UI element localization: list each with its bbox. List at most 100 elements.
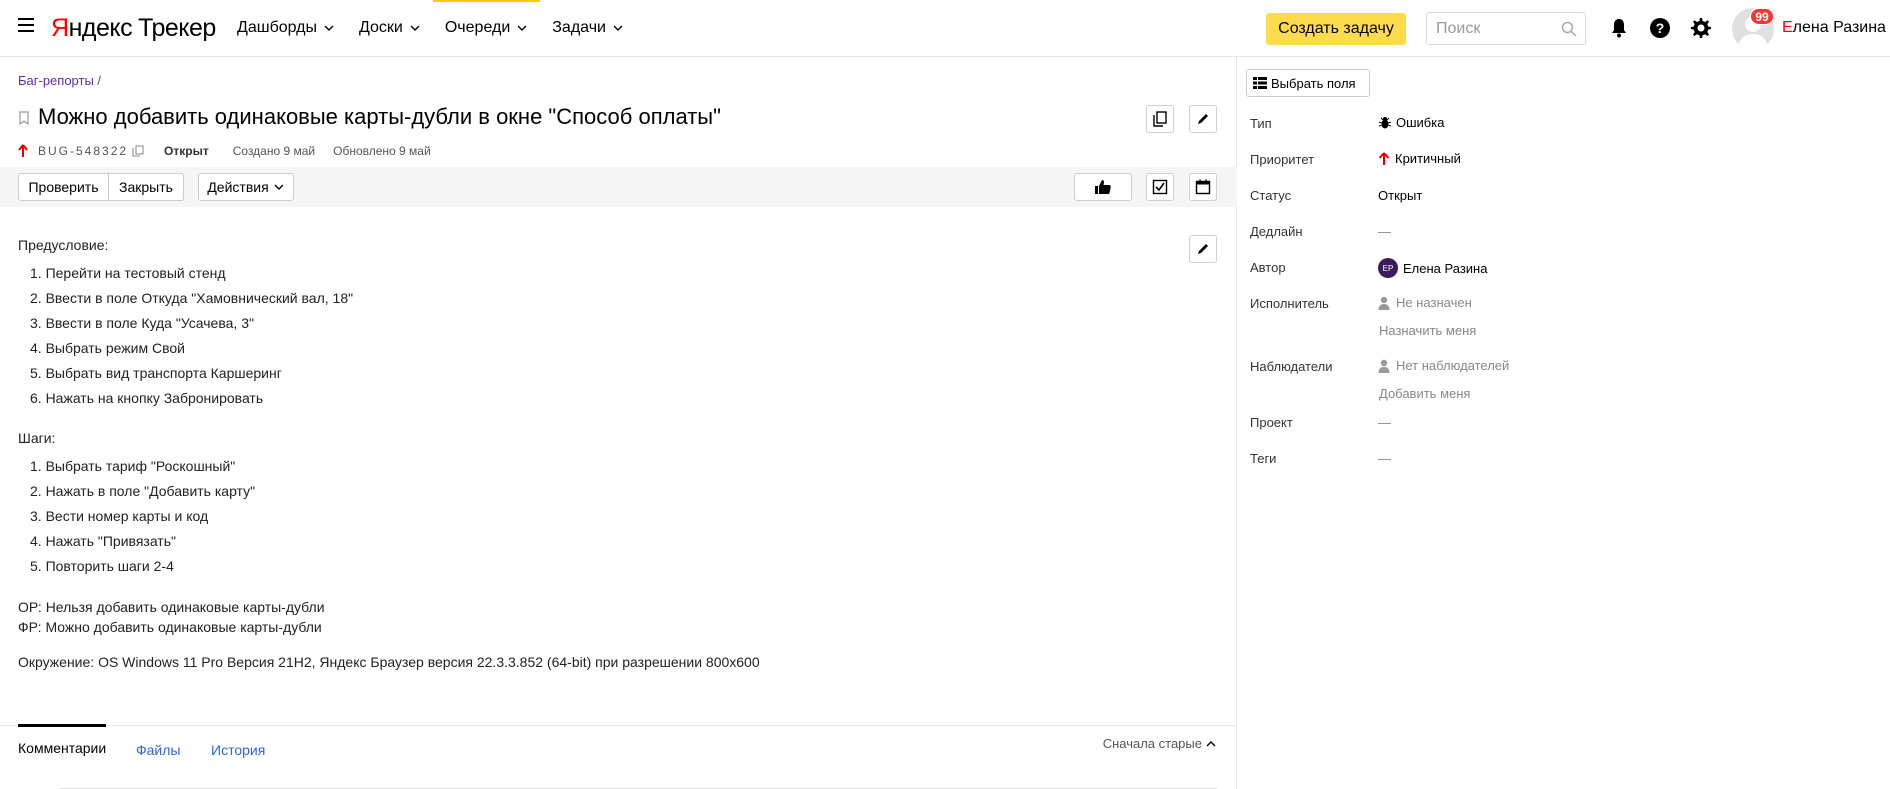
issue-toolbar: Проверить Закрыть Действия bbox=[0, 167, 1237, 207]
sort-order-toggle[interactable]: Сначала старые bbox=[1103, 736, 1217, 751]
expected-result: ОР: Нельзя добавить одинаковые карты-дуб… bbox=[18, 599, 325, 615]
checklist-button[interactable] bbox=[1146, 173, 1174, 201]
check-button[interactable]: Проверить bbox=[18, 173, 109, 201]
type-value-text: Ошибка bbox=[1396, 115, 1445, 130]
copy-icon bbox=[1153, 111, 1167, 127]
calendar-icon bbox=[1195, 179, 1211, 195]
nav-tasks[interactable]: Задачи bbox=[540, 0, 636, 56]
field-priority-value[interactable]: Критичный bbox=[1378, 151, 1461, 166]
pencil-icon bbox=[1198, 114, 1208, 124]
main-nav: Дашборды Доски Очереди Задачи bbox=[225, 0, 636, 56]
tab-history[interactable]: История bbox=[211, 726, 265, 760]
field-type-label: Тип bbox=[1250, 116, 1272, 131]
field-watchers-value[interactable]: Нет наблюдателей bbox=[1378, 358, 1509, 373]
field-assignee-value[interactable]: Не назначен bbox=[1378, 295, 1472, 310]
gear-icon[interactable] bbox=[1689, 16, 1713, 40]
actions-dropdown[interactable]: Действия bbox=[198, 173, 294, 201]
person-icon bbox=[1378, 359, 1390, 373]
list-item: 3. Вести номер карты и код bbox=[30, 508, 209, 524]
field-project-value[interactable]: — bbox=[1378, 415, 1391, 430]
issue-title: Можно добавить одинаковые карты-дубли в … bbox=[38, 104, 721, 129]
tags-value-text: — bbox=[1378, 451, 1391, 466]
like-button[interactable] bbox=[1074, 173, 1132, 201]
copy-key-icon[interactable] bbox=[132, 145, 144, 157]
logo[interactable]: Яндекс Трекер bbox=[51, 13, 216, 43]
environment: Окружение: OS Windows 11 Pro Версия 21H2… bbox=[18, 654, 760, 670]
edit-title-button[interactable] bbox=[1189, 105, 1217, 133]
precondition-heading: Предусловие: bbox=[18, 237, 109, 253]
field-type-value[interactable]: Ошибка bbox=[1378, 115, 1444, 130]
bookmark-icon[interactable] bbox=[18, 111, 30, 125]
field-deadline-label: Дедлайн bbox=[1250, 224, 1303, 239]
choose-fields-label: Выбрать поля bbox=[1271, 75, 1356, 91]
chevron-down-icon bbox=[613, 25, 623, 31]
list-item: 5. Повторить шаги 2-4 bbox=[30, 558, 174, 574]
assign-me-link[interactable]: Назначить меня bbox=[1379, 323, 1476, 338]
svg-text:?: ? bbox=[1656, 20, 1665, 36]
list-item: 3. Ввести в поле Куда "Усачева, 3" bbox=[30, 315, 254, 331]
search-box bbox=[1426, 12, 1586, 45]
status-value-text: Открыт bbox=[1378, 188, 1423, 203]
field-deadline-value[interactable]: — bbox=[1378, 224, 1391, 239]
help-icon[interactable]: ? bbox=[1648, 16, 1672, 40]
list-item: 5. Выбрать вид транспорта Каршеринг bbox=[30, 365, 282, 381]
priority-critical-icon bbox=[18, 144, 28, 157]
field-assignee-label: Исполнитель bbox=[1250, 296, 1329, 311]
list-item: 1. Перейти на тестовый стенд bbox=[30, 265, 226, 281]
priority-critical-icon bbox=[1378, 151, 1390, 165]
issue-tabs: Комментарии Файлы История Сначала старые bbox=[0, 724, 1237, 789]
logo-brand-first-letter: Я bbox=[51, 14, 69, 42]
steps-list: 1. Выбрать тариф "Роскошный" 2. Нажать в… bbox=[18, 454, 255, 579]
field-author-value[interactable]: ЕР Елена Разина bbox=[1378, 258, 1487, 278]
actual-result: ФР: Можно добавить одинаковые карты-дубл… bbox=[18, 619, 322, 635]
list-item: 1. Выбрать тариф "Роскошный" bbox=[30, 458, 236, 474]
pencil-icon bbox=[1198, 244, 1208, 254]
breadcrumb-queue-link[interactable]: Баг-репорты bbox=[18, 73, 94, 88]
actions-label: Действия bbox=[207, 179, 269, 195]
user-name-first-letter: Е bbox=[1782, 19, 1793, 36]
nav-boards[interactable]: Доски bbox=[347, 0, 433, 56]
user-avatar[interactable]: 99 bbox=[1732, 8, 1774, 50]
menu-icon[interactable] bbox=[18, 18, 34, 32]
avatar: ЕР bbox=[1378, 258, 1398, 278]
list-item: 4. Нажать "Привязать" bbox=[30, 533, 176, 549]
calendar-button[interactable] bbox=[1189, 173, 1217, 201]
user-name[interactable]: Елена Разина bbox=[1782, 19, 1886, 37]
chevron-up-icon bbox=[1206, 740, 1216, 746]
field-tags-value[interactable]: — bbox=[1378, 451, 1391, 466]
updated-date: Обновлено 9 май bbox=[333, 144, 431, 158]
author-value-text: Елена Разина bbox=[1403, 260, 1488, 276]
search-icon[interactable] bbox=[1561, 21, 1577, 37]
priority-value-text: Критичный bbox=[1395, 151, 1461, 166]
tab-comments[interactable]: Комментарии bbox=[18, 724, 106, 758]
fields-list-icon bbox=[1253, 77, 1267, 89]
add-me-link[interactable]: Добавить меня bbox=[1379, 386, 1470, 401]
tab-label: Комментарии bbox=[18, 740, 107, 756]
tab-files[interactable]: Файлы bbox=[136, 726, 180, 760]
sort-label: Сначала старые bbox=[1102, 736, 1202, 751]
status-badge: Открыт bbox=[164, 144, 209, 158]
choose-fields-button[interactable]: Выбрать поля bbox=[1246, 69, 1370, 97]
deadline-value-text: — bbox=[1378, 224, 1391, 239]
issue-main: Баг-репорты / Можно добавить одинаковые … bbox=[0, 57, 1237, 789]
nav-label: Очереди bbox=[444, 19, 511, 36]
field-watchers-label: Наблюдатели bbox=[1250, 359, 1333, 374]
close-button[interactable]: Закрыть bbox=[109, 173, 184, 201]
issue-key[interactable]: BUG-548322 bbox=[38, 144, 128, 158]
breadcrumb-separator: / bbox=[93, 73, 102, 88]
precondition-list: 1. Перейти на тестовый стенд 2. Ввести в… bbox=[18, 261, 353, 411]
field-status-value[interactable]: Открыт bbox=[1378, 188, 1422, 203]
nav-queues[interactable]: Очереди bbox=[432, 0, 541, 56]
chevron-down-icon bbox=[517, 25, 527, 31]
nav-dashboards[interactable]: Дашборды bbox=[225, 0, 347, 56]
steps-heading: Шаги: bbox=[18, 430, 56, 446]
copy-link-button[interactable] bbox=[1146, 105, 1174, 133]
user-name-rest: лена Разина bbox=[1792, 19, 1886, 36]
breadcrumb: Баг-репорты / bbox=[18, 73, 101, 88]
create-task-button[interactable]: Создать задачу bbox=[1266, 13, 1406, 45]
field-status-label: Статус bbox=[1250, 188, 1292, 203]
edit-description-button[interactable] bbox=[1189, 235, 1217, 263]
nav-label: Доски bbox=[359, 19, 403, 36]
bell-icon[interactable] bbox=[1607, 16, 1631, 40]
chevron-down-icon bbox=[410, 25, 420, 31]
